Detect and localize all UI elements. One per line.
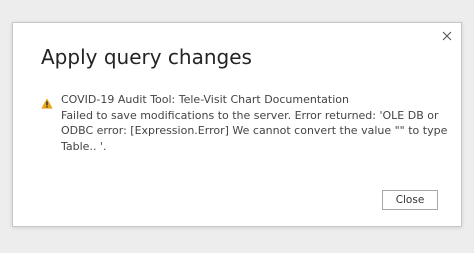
close-icon[interactable] [439,28,455,44]
error-message: COVID-19 Audit Tool: Tele-Visit Chart Do… [61,92,453,155]
error-line: ODBC error: [Expression.Error] We cannot… [61,124,448,138]
error-line: Failed to save modifications to the serv… [61,108,439,122]
apply-query-changes-dialog: Apply query changes COVID-19 Audit Tool:… [12,22,462,227]
close-button[interactable]: Close [382,190,438,210]
error-source: COVID-19 Audit Tool: Tele-Visit Chart Do… [61,93,349,106]
dialog-title: Apply query changes [41,45,252,69]
error-line: Table.. '. [61,140,107,154]
warning-icon [41,94,53,109]
